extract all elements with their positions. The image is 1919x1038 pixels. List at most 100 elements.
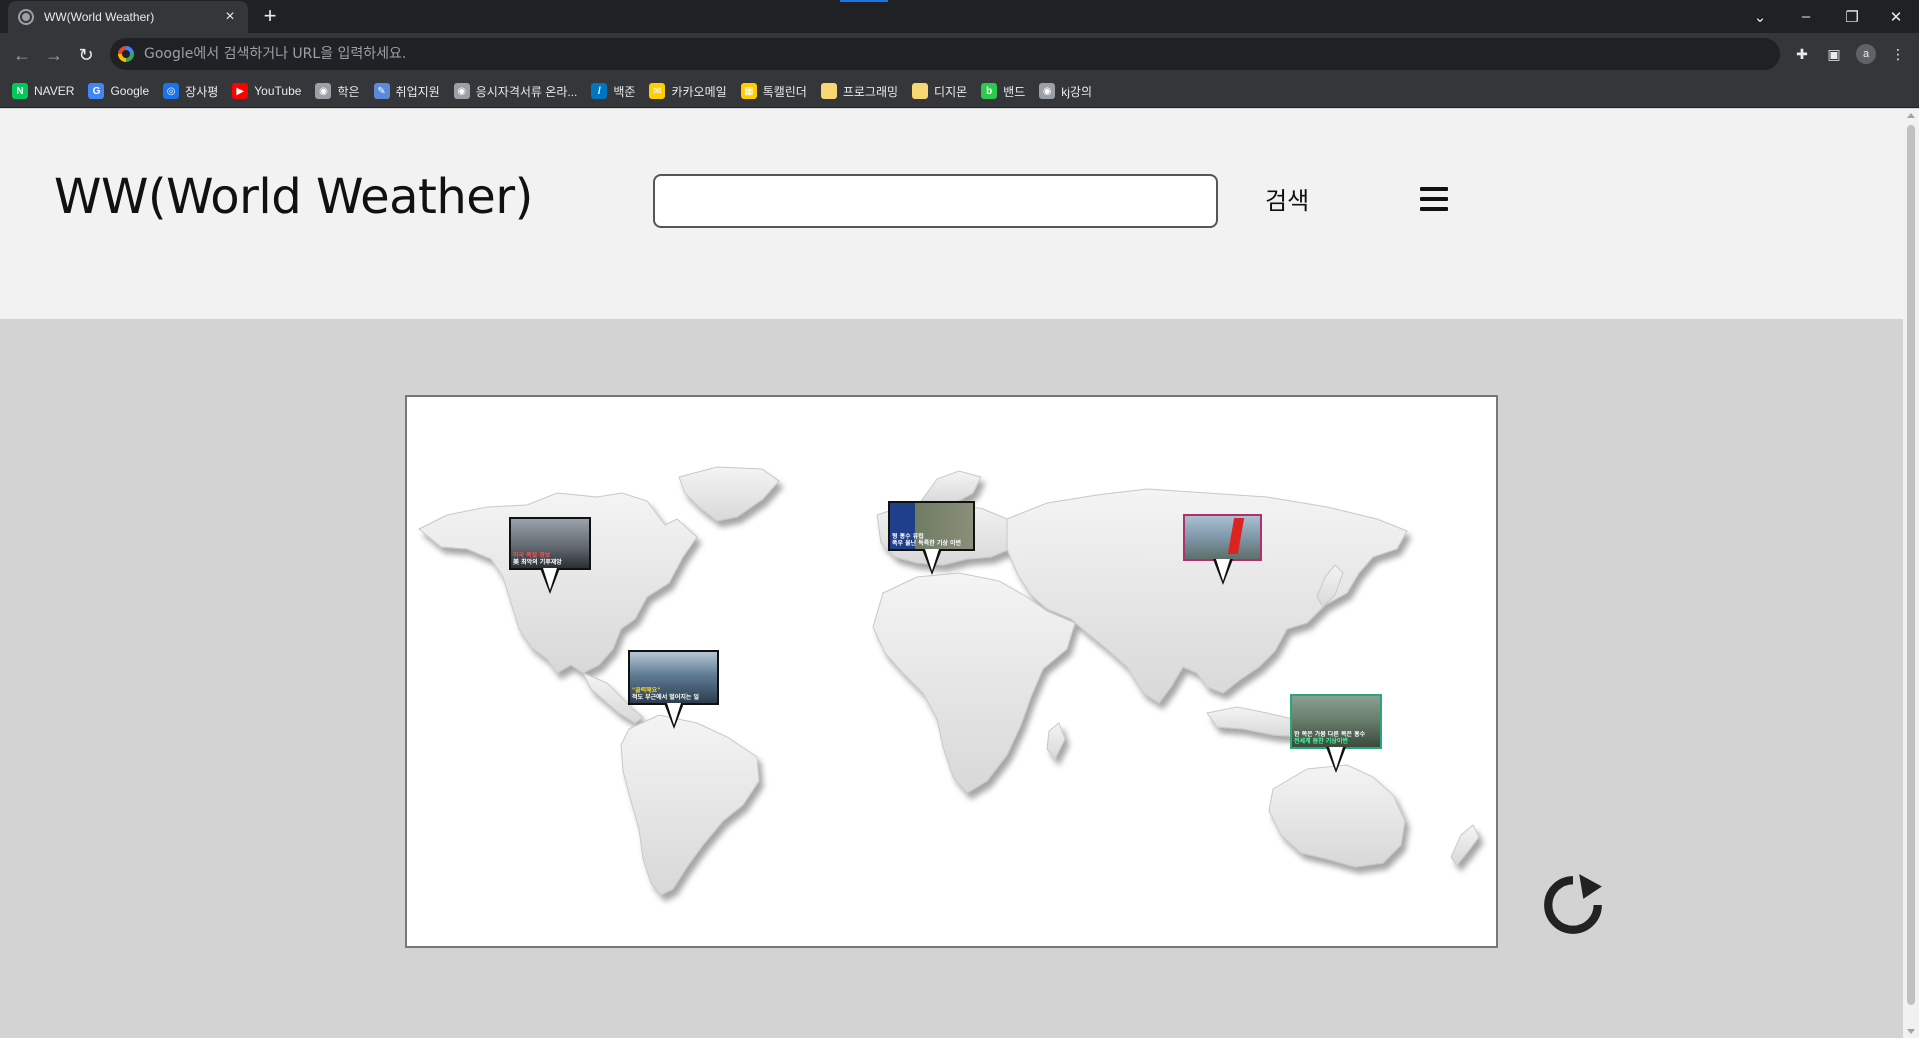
address-bar[interactable] xyxy=(110,38,1780,70)
bookmark-label: 카카오메일 xyxy=(671,84,727,99)
pin-pointer xyxy=(921,549,942,575)
search-input[interactable] xyxy=(653,174,1218,228)
news-pin-europe[interactable]: 형 홍수 유럽 폭우 물난 독특한 기상 이변 xyxy=(888,501,975,575)
news-thumbnail[interactable] xyxy=(1183,514,1262,561)
bookmark-item[interactable]: ◉ 응시자격서류 온라... xyxy=(453,83,578,100)
more-menu-icon[interactable]: ⋮ xyxy=(1888,44,1908,64)
globe-icon: ◉ xyxy=(315,83,332,99)
tab-search-icon[interactable]: ⌄ xyxy=(1737,0,1783,33)
bookmark-label: YouTube xyxy=(254,84,302,98)
bookmark-item[interactable]: ◎ 장사평 xyxy=(163,83,218,100)
new-tab-button[interactable]: + xyxy=(258,4,282,28)
bookmark-item[interactable]: ▦ 톡캘린더 xyxy=(740,83,807,100)
pin-pointer xyxy=(540,568,560,594)
naver-icon: N xyxy=(12,83,28,99)
scroll-up-icon[interactable] xyxy=(1907,113,1915,118)
search-button[interactable]: 검색 xyxy=(1265,181,1309,216)
bookmark-item[interactable]: / 백준 xyxy=(591,83,635,100)
extensions-icon[interactable]: ✚ xyxy=(1792,44,1812,64)
bookmark-item[interactable]: ✎ 취업지원 xyxy=(373,83,440,100)
bookmark-label: 톡캘린더 xyxy=(762,84,807,99)
bookmark-item[interactable]: b 밴드 xyxy=(981,83,1025,100)
bookmark-label: 응시자격서류 온라... xyxy=(475,84,578,99)
minimize-icon[interactable]: – xyxy=(1783,0,1829,33)
continent-new-zealand xyxy=(1450,824,1480,866)
scroll-down-icon[interactable] xyxy=(1907,1029,1915,1034)
restore-icon[interactable]: ❐ xyxy=(1829,0,1875,33)
bookmark-label: NAVER xyxy=(34,84,75,98)
bookmark-label: 백준 xyxy=(613,84,636,99)
browser-tab-strip: WW(World Weather) × + ⌄ – ❐ ✕ xyxy=(0,0,1919,33)
news-thumbnail[interactable]: 형 홍수 유럽 폭우 물난 독특한 기상 이변 xyxy=(888,501,975,551)
baekjoon-icon: / xyxy=(591,83,608,99)
bookmark-label: 밴드 xyxy=(1003,84,1026,99)
globe-icon xyxy=(18,9,34,25)
news-thumbnail[interactable]: 미국 폭설 경보 美 최악의 기후재앙 xyxy=(509,517,591,570)
bookmark-label: 디지몬 xyxy=(934,84,968,99)
bookmark-item[interactable]: 프로그래밍 xyxy=(820,83,899,100)
bookmarks-bar: N NAVER G Google ◎ 장사평 ▶ YouTube ◉ 학은 ✎ 취업지원 ◉ 응시자격서류… xyxy=(0,75,1919,108)
world-map: 미국 폭설 경보 美 최악의 기후재앙 형 홍수 유럽 폭우 물난 독특한 기상… xyxy=(405,395,1498,948)
bookmark-label: 학은 xyxy=(337,84,360,99)
kakao-mail-icon: ✉ xyxy=(649,83,666,99)
reload-icon[interactable]: ↻ xyxy=(72,41,100,69)
tab-title: WW(World Weather) xyxy=(44,10,155,24)
continent-south-america xyxy=(620,714,760,896)
news-caption: 한 쪽은 가뭄 다른 쪽은 홍수 전세계 몸찬 기상이변 xyxy=(1294,731,1378,745)
page-viewport: WW(World Weather) 검색 미국 폭설 경보 美 최악의 기후재앙… xyxy=(0,109,1903,1038)
side-panel-icon[interactable]: ▣ xyxy=(1824,44,1844,64)
globe-icon: ◉ xyxy=(453,83,470,99)
news-caption-line: 한 쪽은 가뭄 다른 쪽은 홍수 xyxy=(1294,731,1366,738)
site-header: WW(World Weather) 검색 xyxy=(0,109,1903,319)
refresh-icon[interactable] xyxy=(1540,872,1606,938)
continent-madagascar xyxy=(1046,722,1066,760)
hamburger-menu-icon[interactable] xyxy=(1420,187,1448,211)
youtube-icon: ▶ xyxy=(232,83,249,99)
news-pin-east-asia[interactable] xyxy=(1183,514,1262,585)
news-thumbnail[interactable]: 한 쪽은 가뭄 다른 쪽은 홍수 전세계 몸찬 기상이변 xyxy=(1290,694,1382,749)
address-input[interactable] xyxy=(144,46,1644,62)
bookmark-label: kj강의 xyxy=(1061,84,1093,99)
folder-icon xyxy=(912,83,929,99)
pin-pointer xyxy=(663,703,684,729)
bookmark-item[interactable]: ✉ 카카오메일 xyxy=(649,83,727,100)
google-icon: G xyxy=(88,83,105,99)
bookmark-item[interactable]: ▶ YouTube xyxy=(232,83,301,99)
news-caption-line: 미국 폭설 경보 xyxy=(513,552,551,559)
bookmark-item[interactable]: G Google xyxy=(88,83,149,99)
news-caption-line: 전세계 몸찬 기상이변 xyxy=(1294,738,1348,745)
close-tab-icon[interactable]: × xyxy=(222,8,238,26)
news-pin-south-america[interactable]: "끓력해요" 적도 부근에서 벌어지는 일 xyxy=(628,650,719,729)
bookmark-item[interactable]: ◉ 학은 xyxy=(315,83,360,100)
tab-indicator xyxy=(840,0,888,2)
profile-avatar[interactable]: a xyxy=(1856,44,1876,64)
forward-icon[interactable]: → xyxy=(40,41,68,69)
menu-line xyxy=(1420,207,1448,211)
continent-scandinavia xyxy=(920,470,982,504)
menu-line xyxy=(1420,197,1448,201)
bookmark-item[interactable]: ◉ kj강의 xyxy=(1039,83,1092,100)
menu-line xyxy=(1420,187,1448,191)
bookmark-item[interactable]: N NAVER xyxy=(12,83,74,99)
news-pin-north-america[interactable]: 미국 폭설 경보 美 최악의 기후재앙 xyxy=(509,517,591,594)
news-caption-line: "끓력해요" xyxy=(632,687,661,694)
news-thumbnail-figure xyxy=(1227,518,1245,554)
bookmark-label: 장사평 xyxy=(185,84,219,99)
bookmark-item[interactable]: 디지몬 xyxy=(912,83,967,100)
news-thumbnail[interactable]: "끓력해요" 적도 부근에서 벌어지는 일 xyxy=(628,650,719,705)
news-caption: "끓력해요" 적도 부근에서 벌어지는 일 xyxy=(632,687,715,701)
news-pin-australia[interactable]: 한 쪽은 가뭄 다른 쪽은 홍수 전세계 몸찬 기상이변 xyxy=(1290,694,1382,773)
pin-pointer xyxy=(1212,559,1233,585)
bookmark-label: 프로그래밍 xyxy=(842,84,899,99)
pin-pointer xyxy=(1326,747,1346,773)
browser-tab[interactable]: WW(World Weather) × xyxy=(8,1,248,33)
back-icon[interactable]: ← xyxy=(8,41,36,69)
scrollbar-thumb[interactable] xyxy=(1907,125,1915,1005)
close-window-icon[interactable]: ✕ xyxy=(1873,0,1919,33)
bookmark-label: 취업지원 xyxy=(395,84,440,99)
continent-greenland xyxy=(678,466,780,522)
folder-icon xyxy=(820,83,837,99)
page-scrollbar[interactable] xyxy=(1903,109,1919,1038)
continent-australia xyxy=(1268,764,1406,868)
bookmark-label: Google xyxy=(110,84,150,98)
